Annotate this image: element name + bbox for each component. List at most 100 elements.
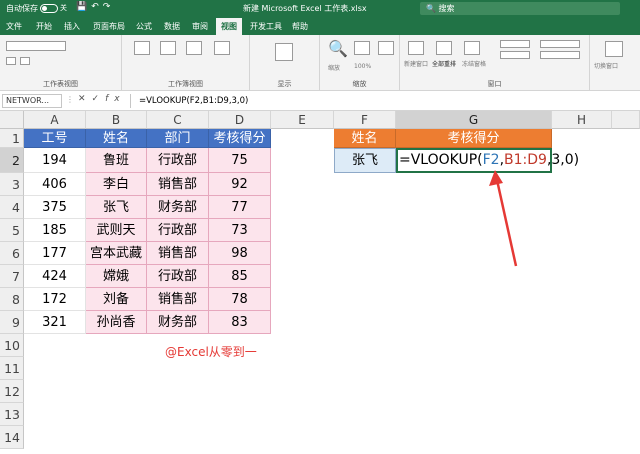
table-cell-name[interactable]: 张飞 xyxy=(86,196,147,219)
show-icon[interactable] xyxy=(275,43,293,61)
search-box[interactable]: 🔍 搜索 xyxy=(420,2,620,15)
row-header-11[interactable]: 11 xyxy=(0,357,24,380)
table-cell-score[interactable]: 78 xyxy=(209,288,271,311)
row-header-1[interactable]: 1 xyxy=(0,129,24,148)
table-cell-score[interactable]: 77 xyxy=(209,196,271,219)
tab-developer[interactable]: 开发工具 xyxy=(250,21,282,32)
row-header-7[interactable]: 7 xyxy=(0,265,24,288)
table-cell-score[interactable]: 85 xyxy=(209,265,271,288)
new-window-icon[interactable] xyxy=(408,41,424,55)
table-cell-dept[interactable]: 销售部 xyxy=(147,242,209,265)
tab-view[interactable]: 视图 xyxy=(216,18,242,35)
tab-data[interactable]: 数据 xyxy=(164,21,180,32)
sheet-view-dropdown[interactable] xyxy=(6,41,66,51)
column-header-b[interactable]: B xyxy=(86,111,147,129)
table-cell-score[interactable]: 73 xyxy=(209,219,271,242)
table-cell-id[interactable]: 375 xyxy=(24,196,86,219)
formula-buttons[interactable]: ✕✓fx xyxy=(78,94,126,104)
freeze-panes-icon[interactable] xyxy=(464,41,480,55)
table-cell-dept[interactable]: 财务部 xyxy=(147,196,209,219)
row-header-12[interactable]: 12 xyxy=(0,380,24,403)
zoom-icon[interactable]: 🔍 xyxy=(328,39,348,58)
custom-view-icon[interactable] xyxy=(214,41,230,55)
row-header-6[interactable]: 6 xyxy=(0,242,24,265)
table-cell-name[interactable]: 嫦娥 xyxy=(86,265,147,288)
row-header-5[interactable]: 5 xyxy=(0,219,24,242)
name-box[interactable]: NETWOR... xyxy=(2,94,62,108)
column-header-g[interactable]: G xyxy=(396,111,552,129)
column-header-d[interactable]: D xyxy=(209,111,271,129)
table-cell-id[interactable]: 321 xyxy=(24,311,86,334)
table-cell-score[interactable]: 83 xyxy=(209,311,271,334)
column-header-h[interactable]: H xyxy=(552,111,612,129)
table-cell-dept[interactable]: 销售部 xyxy=(147,288,209,311)
table-cell-id[interactable]: 406 xyxy=(24,173,86,196)
column-header-i[interactable] xyxy=(612,111,640,129)
lookup-header-score[interactable]: 考核得分 xyxy=(396,129,552,148)
tab-file[interactable]: 文件 xyxy=(6,21,22,32)
table-header-dept[interactable]: 部门 xyxy=(147,129,209,148)
table-cell-score[interactable]: 98 xyxy=(209,242,271,265)
table-cell-name[interactable]: 刘备 xyxy=(86,288,147,311)
table-cell-id[interactable]: 424 xyxy=(24,265,86,288)
column-header-c[interactable]: C xyxy=(147,111,209,129)
column-header-e[interactable]: E xyxy=(271,111,334,129)
tab-review[interactable]: 审阅 xyxy=(192,21,208,32)
active-formula-cell[interactable]: =VLOOKUP(F2,B1:D9,3,0) xyxy=(396,148,579,173)
table-cell-id[interactable]: 194 xyxy=(24,148,86,173)
row-header-9[interactable]: 9 xyxy=(0,311,24,334)
tab-home[interactable]: 开始 xyxy=(36,21,52,32)
tab-insert[interactable]: 插入 xyxy=(64,21,80,32)
quick-access-toolbar[interactable]: 💾↶↷ xyxy=(76,2,114,12)
row-header-8[interactable]: 8 xyxy=(0,288,24,311)
table-cell-id[interactable]: 185 xyxy=(24,219,86,242)
table-cell-dept[interactable]: 行政部 xyxy=(147,148,209,173)
switch-window-icon[interactable] xyxy=(605,41,623,57)
table-cell-dept[interactable]: 销售部 xyxy=(147,173,209,196)
row-header-10[interactable]: 10 xyxy=(0,334,24,357)
select-all-corner[interactable] xyxy=(0,111,24,129)
zoom-selection-icon[interactable] xyxy=(378,41,394,55)
table-cell-score[interactable]: 75 xyxy=(209,148,271,173)
table-cell-name[interactable]: 李白 xyxy=(86,173,147,196)
table-cell-name[interactable]: 宫本武藏 xyxy=(86,242,147,265)
arrange-all-icon[interactable] xyxy=(436,41,452,55)
table-cell-dept[interactable]: 财务部 xyxy=(147,311,209,334)
zoom-100-icon[interactable] xyxy=(354,41,370,55)
row-header-4[interactable]: 4 xyxy=(0,196,24,219)
table-header-id[interactable]: 工号 xyxy=(24,129,86,148)
row-header-14[interactable]: 14 xyxy=(0,426,24,449)
table-cell-score[interactable]: 92 xyxy=(209,173,271,196)
hide-icon[interactable] xyxy=(500,51,530,59)
table-cell-dept[interactable]: 行政部 xyxy=(147,265,209,288)
formula-input[interactable]: =VLOOKUP(F2,B1:D9,3,0) xyxy=(130,94,636,108)
row-header-3[interactable]: 3 xyxy=(0,173,24,196)
table-cell-name[interactable]: 孙尚香 xyxy=(86,311,147,334)
name-box-dropdown-icon[interactable]: ⋮ xyxy=(66,95,74,104)
table-header-name[interactable]: 姓名 xyxy=(86,129,147,148)
page-break-icon[interactable] xyxy=(160,41,176,55)
table-header-score[interactable]: 考核得分 xyxy=(209,129,271,148)
column-header-f[interactable]: F xyxy=(334,111,396,129)
table-cell-id[interactable]: 172 xyxy=(24,288,86,311)
lookup-header-name[interactable]: 姓名 xyxy=(334,129,396,148)
tab-formulas[interactable]: 公式 xyxy=(136,21,152,32)
normal-view-icon[interactable] xyxy=(134,41,150,55)
keep-icon[interactable] xyxy=(6,57,16,65)
autosave-toggle[interactable] xyxy=(40,4,58,13)
table-cell-dept[interactable]: 行政部 xyxy=(147,219,209,242)
tab-help[interactable]: 帮助 xyxy=(292,21,308,32)
split-icon[interactable] xyxy=(500,40,530,48)
table-cell-name[interactable]: 武则天 xyxy=(86,219,147,242)
row-header-2[interactable]: 2 xyxy=(0,148,24,173)
page-layout-icon[interactable] xyxy=(186,41,202,55)
column-header-a[interactable]: A xyxy=(24,111,86,129)
tab-page-layout[interactable]: 页面布局 xyxy=(93,21,125,32)
table-cell-id[interactable]: 177 xyxy=(24,242,86,265)
exit-icon[interactable] xyxy=(20,57,30,65)
row-header-13[interactable]: 13 xyxy=(0,403,24,426)
sync-scroll-icon[interactable] xyxy=(540,51,580,59)
side-by-side-icon[interactable] xyxy=(540,40,580,48)
lookup-name-cell[interactable]: 张飞 xyxy=(334,148,396,173)
table-cell-name[interactable]: 鲁班 xyxy=(86,148,147,173)
